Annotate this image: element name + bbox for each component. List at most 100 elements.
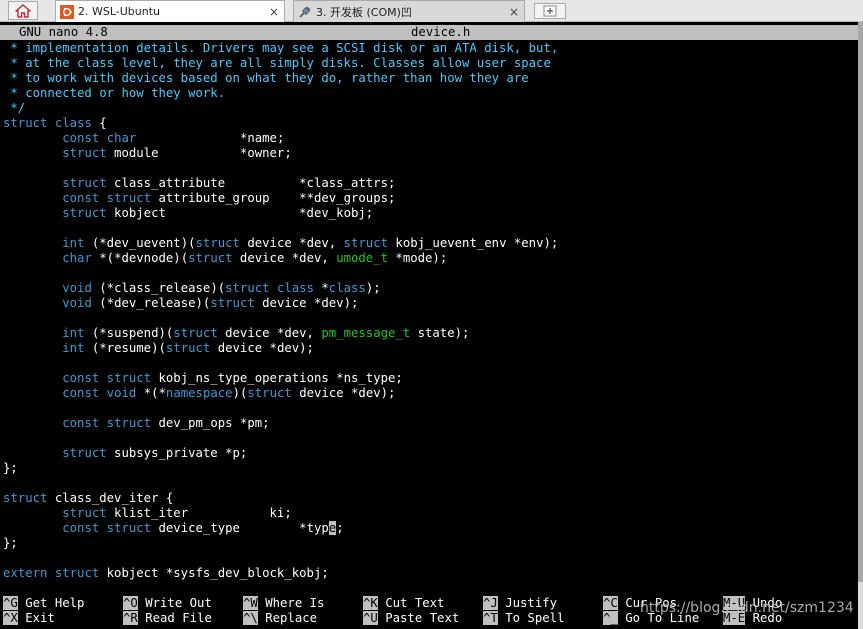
code-token: *(* bbox=[136, 386, 166, 400]
keyword-token: struct bbox=[3, 116, 48, 130]
tab-dev-board-com[interactable]: 3. 开发板 (COM)凹 × bbox=[293, 0, 525, 22]
shortcut-key: ^X bbox=[3, 611, 18, 625]
watermark: https://blog.csdn.net/szm1234 bbox=[640, 600, 854, 616]
code-token: (*dev_release)( bbox=[91, 296, 211, 310]
comment-token: * at the class level, they are all simpl… bbox=[3, 56, 551, 70]
code-token: (*dev_uevent)( bbox=[84, 236, 196, 250]
keyword-token: class bbox=[328, 281, 366, 295]
keyword-token: struct bbox=[106, 191, 152, 205]
keyword-token: const bbox=[62, 386, 100, 400]
shortcut-item[interactable]: ^J Justify bbox=[483, 596, 557, 611]
code-line: * to work with devices based on what the… bbox=[3, 71, 858, 86]
code-token: }; bbox=[3, 536, 18, 550]
code-token: class_attribute *class_attrs; bbox=[106, 176, 396, 190]
code-line: struct subsys_private *p; bbox=[3, 446, 858, 461]
shortcut-key: ^R bbox=[123, 611, 138, 625]
code-token: )( bbox=[232, 386, 248, 400]
code-token: dev_pm_ops *pm; bbox=[151, 416, 270, 430]
keyword-token: extern bbox=[3, 566, 48, 580]
scrollbar-thumb[interactable] bbox=[858, 22, 863, 582]
tab-wsl-ubuntu[interactable]: 2. WSL-Ubuntu × bbox=[55, 0, 285, 22]
code-line: struct kobject *dev_kobj; bbox=[3, 206, 858, 221]
shortcut-item[interactable]: ^R Read File bbox=[123, 611, 212, 626]
code-line: }; bbox=[3, 461, 858, 476]
keyword-token: char bbox=[62, 251, 92, 265]
code-token: klist_iter ki; bbox=[106, 506, 292, 520]
keyword-token: struct bbox=[173, 326, 218, 340]
keyword-token: void bbox=[62, 296, 92, 310]
code-token: (*suspend)( bbox=[84, 326, 174, 340]
keyword-token: int bbox=[62, 236, 85, 250]
code-line: char *(*devnode)(struct device *dev, umo… bbox=[3, 251, 858, 266]
shortcut-item[interactable]: ^O Write Out bbox=[123, 596, 212, 611]
editor-text-area[interactable]: * implementation details. Drivers may se… bbox=[3, 41, 858, 581]
new-tab-button[interactable] bbox=[534, 3, 566, 19]
code-line: struct klist_iter ki; bbox=[3, 506, 858, 521]
keyword-token: const bbox=[62, 131, 100, 145]
keyword-token: struct bbox=[195, 236, 240, 250]
code-token: *mode); bbox=[388, 251, 448, 265]
shortcut-item[interactable]: ^W Where Is bbox=[243, 596, 324, 611]
code-token: kobj_uevent_env *env); bbox=[388, 236, 559, 250]
code-line: void (*dev_release)(struct device *dev); bbox=[3, 296, 858, 311]
code-line: const struct dev_pm_ops *pm; bbox=[3, 416, 858, 431]
code-token: device *dev); bbox=[254, 296, 359, 310]
shortcut-label: Read File bbox=[145, 611, 212, 625]
serial-plug-icon bbox=[298, 5, 312, 19]
keyword-token: struct bbox=[62, 206, 107, 220]
shortcut-label: Exit bbox=[25, 611, 55, 625]
code-token: (*class_release)( bbox=[91, 281, 226, 295]
plus-icon bbox=[543, 5, 557, 17]
shortcut-item[interactable]: ^X Exit bbox=[3, 611, 55, 626]
shortcut-item[interactable]: ^\ Replace bbox=[243, 611, 317, 626]
type-token: umode_t bbox=[336, 251, 389, 265]
shortcut-item[interactable]: ^U Paste Text bbox=[363, 611, 459, 626]
comment-token: * implementation details. Drivers may se… bbox=[3, 41, 559, 55]
code-line: struct class { bbox=[3, 116, 858, 131]
ubuntu-icon bbox=[60, 4, 74, 19]
code-token: device *dev, bbox=[232, 251, 337, 265]
code-line: const void *(*namespace)(struct device *… bbox=[3, 386, 858, 401]
shortcut-item[interactable]: ^K Cut Text bbox=[363, 596, 444, 611]
shortcut-key: ^G bbox=[3, 596, 18, 610]
keyword-token: void bbox=[106, 386, 137, 400]
keyword-token: struct bbox=[62, 146, 107, 160]
keyword-token: struct bbox=[247, 386, 292, 400]
code-token: class_dev_iter { bbox=[47, 491, 174, 505]
code-token: ; bbox=[336, 521, 344, 535]
code-token: *(*devnode)( bbox=[91, 251, 189, 265]
keyword-token: struct bbox=[62, 176, 107, 190]
close-icon[interactable]: × bbox=[267, 5, 281, 19]
code-line: struct class_dev_iter { bbox=[3, 491, 858, 506]
shortcut-label: To Spell bbox=[505, 611, 565, 625]
code-token: { bbox=[91, 116, 107, 130]
file-name: device.h bbox=[411, 25, 471, 39]
shortcut-label: Replace bbox=[265, 611, 318, 625]
shortcut-item[interactable]: ^G Get Help bbox=[3, 596, 84, 611]
shortcut-item[interactable]: ^T To Spell bbox=[483, 611, 564, 626]
nano-version: GNU nano 4.8 bbox=[19, 25, 108, 39]
keyword-token: struct bbox=[62, 506, 107, 520]
code-token: device_type *typ bbox=[151, 521, 329, 535]
home-button[interactable] bbox=[8, 1, 38, 20]
keyword-token: struct bbox=[210, 296, 255, 310]
close-icon[interactable]: × bbox=[507, 5, 521, 19]
comment-token: */ bbox=[3, 101, 26, 115]
code-line: int (*resume)(struct device *dev); bbox=[3, 341, 858, 356]
keyword-token: const bbox=[62, 416, 100, 430]
shortcut-label: Get Help bbox=[25, 596, 85, 610]
